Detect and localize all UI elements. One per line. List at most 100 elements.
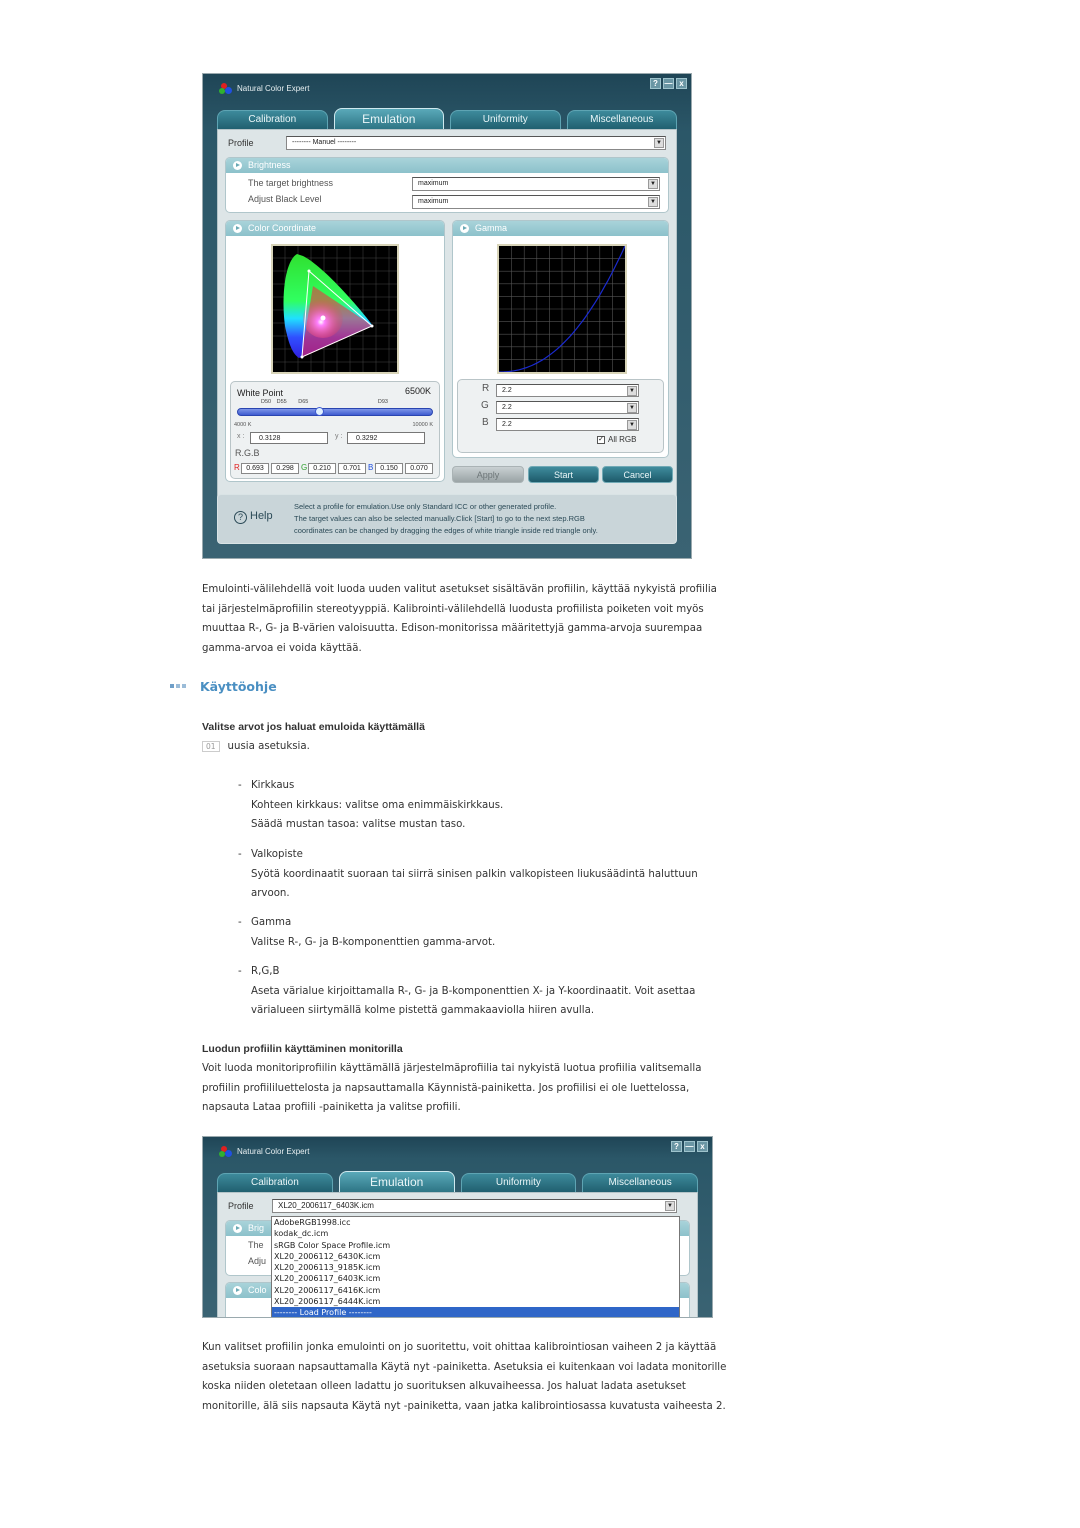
list-item-gamma: - Gamma Valitse R-, G- ja B-komponenttie…	[238, 913, 732, 952]
cie-chromaticity-chart[interactable]	[271, 244, 399, 374]
cancel-button[interactable]: Cancel	[602, 466, 673, 483]
tab-uniformity[interactable]: Uniformity	[450, 110, 561, 130]
tab-miscellaneous[interactable]: Miscellaneous	[582, 1173, 698, 1193]
brightness-header: Brig	[248, 1223, 265, 1233]
app-logo-icon	[219, 1146, 233, 1158]
help-window-button[interactable]: ?	[671, 1141, 682, 1152]
black-level-label: Adjust Black Level	[248, 194, 322, 204]
dropdown-option[interactable]: -------- Load Profile --------	[272, 1307, 679, 1317]
start-button[interactable]: Start	[528, 466, 599, 483]
chevron-down-icon[interactable]: ▼	[648, 179, 658, 189]
gamma-header: Gamma	[475, 223, 508, 233]
expand-icon	[233, 1286, 242, 1295]
help-box: ? Help Select a profile for emulation.Use…	[217, 494, 677, 544]
list-item-title: Valkopiste	[251, 849, 303, 860]
slider-thumb[interactable]	[315, 407, 325, 416]
g-x-input[interactable]: 0.210	[308, 463, 336, 474]
slider-marks: D50 D55 D65 D93	[261, 399, 388, 405]
expand-icon	[233, 161, 242, 170]
closing-paragraph: Kun valitset profiilin jonka emulointi o…	[202, 1342, 727, 1412]
x-label: x :	[237, 433, 245, 440]
profile-select[interactable]: -------- Manuel -------- ▼	[286, 136, 666, 150]
dropdown-option[interactable]: sRGB Color Space Profile.icm	[272, 1240, 679, 1251]
cie-diagram	[273, 246, 397, 372]
title-bar: Natural Color Expert ? — x	[203, 74, 691, 104]
gamma-b-select[interactable]: 2.2 ▼	[496, 418, 639, 431]
b-x-input[interactable]: 0.150	[375, 463, 403, 474]
profile-label: Profile	[228, 1201, 254, 1211]
tab-content: Profile -------- Manuel -------- ▼ Brigh…	[217, 129, 677, 512]
dropdown-option[interactable]: XL20_2006112_6430K.icm	[272, 1251, 679, 1262]
step2-title: Luodun profiilin käyttäminen monitorilla	[202, 1043, 403, 1055]
x-coordinate-input[interactable]: 0.3128	[250, 432, 328, 444]
white-point-marker[interactable]	[320, 315, 326, 321]
mark-d93: D93	[377, 399, 388, 405]
tab-calibration[interactable]: Calibration	[217, 110, 328, 130]
green-vertex-handle[interactable]	[370, 324, 374, 328]
chevron-down-icon[interactable]: ▼	[648, 197, 658, 207]
chevron-down-icon[interactable]: ▼	[654, 138, 664, 148]
dropdown-option[interactable]: XL20_2006117_6416K.icm	[272, 1285, 679, 1296]
color-coordinate-header: Colo	[248, 1285, 267, 1295]
dropdown-option[interactable]: XL20_2006117_6444K.icm	[272, 1296, 679, 1307]
profile-dropdown-list[interactable]: AdobeRGB1998.icc kodak_dc.icm sRGB Color S…	[271, 1216, 680, 1317]
profile-select-value: XL20_2006117_6403K.icm	[278, 1201, 374, 1210]
chevron-down-icon[interactable]: ▼	[627, 403, 637, 413]
r-y-input[interactable]: 0.298	[271, 463, 299, 474]
black-level-select[interactable]: maximum ▼	[412, 195, 660, 209]
section-title: Käyttöohje	[200, 679, 277, 694]
apply-button[interactable]: Apply	[452, 466, 524, 483]
target-brightness-select[interactable]: maximum ▼	[412, 177, 660, 191]
step1-line: 01 uusia asetuksia.	[202, 739, 310, 755]
gamma-g-label: G	[481, 400, 489, 411]
help-line: Select a profile for emulation.Use only …	[294, 502, 557, 511]
app-window-emulation: Natural Color Expert ? — x Calibration E…	[202, 73, 692, 559]
r-x-input[interactable]: 0.693	[241, 463, 269, 474]
gamma-curve-chart[interactable]	[497, 244, 627, 374]
g-y-input[interactable]: 0.701	[338, 463, 366, 474]
list-item-title: Kirkkaus	[251, 780, 295, 791]
app-title: Natural Color Expert	[237, 84, 310, 93]
tab-uniformity[interactable]: Uniformity	[460, 1173, 577, 1193]
red-vertex-handle[interactable]	[307, 269, 311, 273]
tab-bar: Calibration Emulation Uniformity Miscell…	[217, 108, 677, 130]
slider-max-label: 10000 K	[412, 422, 434, 428]
list-item-line: Aseta värialue kirjoittamalla R-, G- ja …	[251, 985, 696, 1017]
minimize-button[interactable]: —	[684, 1141, 695, 1152]
gamma-values-panel: R 2.2 ▼ G 2.2 ▼ B 2.2 ▼ ✓ All RGB	[457, 379, 664, 453]
b-y-input[interactable]: 0.070	[405, 463, 433, 474]
gamma-r-select[interactable]: 2.2 ▼	[496, 384, 639, 397]
dropdown-option[interactable]: XL20_2006113_9185K.icm	[272, 1262, 679, 1273]
intro-paragraph: Emulointi-välilehdellä voit luoda uuden …	[202, 584, 717, 654]
chevron-down-icon[interactable]: ▼	[665, 1201, 675, 1211]
close-button[interactable]: x	[697, 1141, 708, 1152]
dropdown-option[interactable]: XL20_2006117_6403K.icm	[272, 1273, 679, 1284]
gamma-g-select[interactable]: 2.2 ▼	[496, 401, 639, 414]
white-point-slider[interactable]	[237, 407, 433, 416]
all-rgb-checkbox[interactable]: ✓	[597, 436, 605, 444]
chevron-down-icon[interactable]: ▼	[627, 386, 637, 396]
list-item-line: Valitse R-, G- ja B-komponenttien gamma-…	[251, 936, 496, 948]
g-label: G	[301, 463, 308, 472]
blue-vertex-handle[interactable]	[300, 355, 304, 359]
tab-emulation[interactable]: Emulation	[333, 108, 444, 130]
dropdown-option[interactable]: kodak_dc.icm	[272, 1228, 679, 1239]
tab-calibration[interactable]: Calibration	[217, 1173, 333, 1193]
help-title: Help	[250, 510, 273, 522]
gamma-g-value: 2.2	[502, 404, 512, 411]
y-coordinate-input[interactable]: 0.3292	[347, 432, 425, 444]
profile-select[interactable]: XL20_2006117_6403K.icm ▼	[272, 1199, 677, 1213]
list-dash: -	[238, 780, 242, 791]
chevron-down-icon[interactable]: ▼	[627, 420, 637, 430]
color-coordinate-group: Color Coordinate White Point 6500K D50 D…	[225, 220, 445, 482]
help-window-button[interactable]: ?	[650, 78, 661, 89]
close-button[interactable]: x	[676, 78, 687, 89]
section-heading: Käyttöohje	[170, 679, 277, 694]
target-brightness-label: The target brightness	[248, 178, 334, 188]
tab-miscellaneous[interactable]: Miscellaneous	[566, 110, 677, 130]
profile-select-value: -------- Manuel --------	[292, 139, 357, 146]
gamma-plot	[499, 245, 626, 373]
tab-emulation[interactable]: Emulation	[338, 1171, 455, 1193]
minimize-button[interactable]: —	[663, 78, 674, 89]
dropdown-option[interactable]: AdobeRGB1998.icc	[272, 1217, 679, 1228]
